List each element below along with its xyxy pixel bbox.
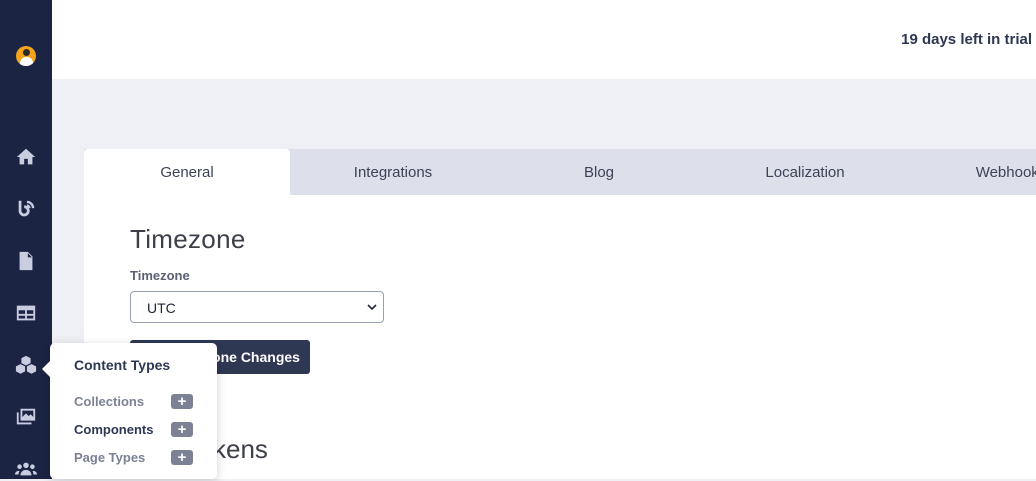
avatar-torso xyxy=(20,57,33,66)
page-types-label: Page Types xyxy=(74,450,146,465)
add-page-type-button[interactable]: + xyxy=(171,450,193,465)
users-icon[interactable] xyxy=(14,457,38,481)
tab-localization[interactable]: Localization xyxy=(702,149,908,195)
tokens-heading: kens xyxy=(213,434,268,464)
settings-tabs: General Integrations Blog Localization W… xyxy=(84,149,1036,195)
add-component-button[interactable]: + xyxy=(171,422,193,437)
tab-blog[interactable]: Blog xyxy=(496,149,702,195)
content-types-popover: Content Types Collections + Components +… xyxy=(42,343,217,479)
tab-integrations[interactable]: Integrations xyxy=(290,149,496,195)
popover-title: Content Types xyxy=(74,357,171,373)
document-icon[interactable] xyxy=(14,249,38,273)
blog-feed-icon[interactable] xyxy=(14,197,38,221)
table-icon[interactable] xyxy=(14,301,38,325)
home-icon[interactable] xyxy=(14,145,38,169)
add-collection-button[interactable]: + xyxy=(171,394,193,409)
timezone-selected-value: UTC xyxy=(147,300,176,316)
top-bar: 19 days left in trial xyxy=(52,0,1036,79)
popover-item-collections[interactable]: Collections + xyxy=(74,393,194,411)
cubes-icon[interactable] xyxy=(14,353,38,377)
tab-general[interactable]: General xyxy=(84,149,290,195)
collections-label: Collections xyxy=(74,394,145,409)
timezone-select[interactable]: UTC xyxy=(130,291,384,323)
timezone-field-label: Timezone xyxy=(130,268,190,283)
popover-item-page-types[interactable]: Page Types + xyxy=(74,449,194,467)
tab-webhooks[interactable]: Webhooks xyxy=(908,149,1036,195)
user-avatar[interactable] xyxy=(16,46,36,66)
chevron-down-icon xyxy=(367,304,377,311)
timezone-heading: Timezone xyxy=(130,224,246,254)
sidebar xyxy=(0,0,52,479)
media-icon[interactable] xyxy=(14,405,38,429)
avatar-head xyxy=(23,49,30,56)
components-label: Components xyxy=(74,422,154,437)
popover-item-components[interactable]: Components + xyxy=(74,421,194,439)
trial-status[interactable]: 19 days left in trial xyxy=(901,31,1032,48)
